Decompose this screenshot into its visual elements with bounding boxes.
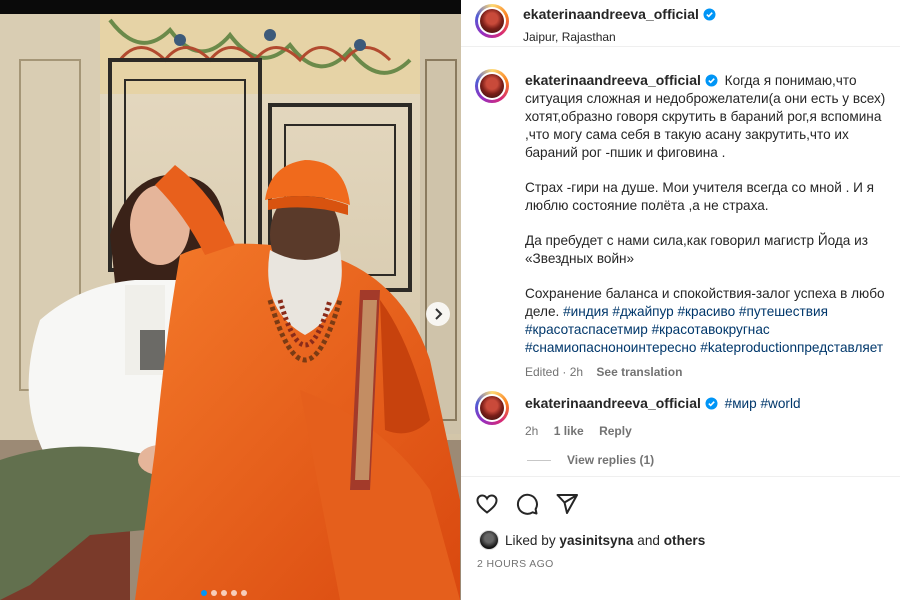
- view-replies[interactable]: View replies (1): [527, 453, 654, 467]
- avatar[interactable]: [475, 4, 509, 38]
- comment-username[interactable]: ekaterinaandreeva_official: [525, 395, 701, 411]
- share-icon[interactable]: [555, 492, 579, 516]
- liked-by-prefix: Liked by: [505, 532, 556, 548]
- caption-line: люблю состояние полёта ,а не страха.: [525, 198, 769, 213]
- liker-avatar[interactable]: [479, 530, 499, 550]
- hashtag-link[interactable]: #индия #джайпур #красиво #путешествия: [563, 304, 828, 319]
- comment-meta: 2h 1 like Reply: [525, 424, 801, 438]
- hashtag-link[interactable]: #снамиопасноноинтересно #kateproductionп…: [525, 340, 883, 355]
- verified-icon: [705, 397, 718, 410]
- caption-line: Страх -гири на душе. Мои учителя всегда …: [525, 180, 875, 195]
- carousel-dots: [201, 590, 247, 596]
- comment-likes[interactable]: 1 like: [554, 424, 584, 438]
- verified-icon: [703, 8, 716, 21]
- comment: ekaterinaandreeva_official #мир #world 2…: [525, 395, 801, 438]
- caption-username[interactable]: ekaterinaandreeva_official: [525, 72, 701, 88]
- carousel-next-button[interactable]: [426, 302, 450, 326]
- carousel-dot: [231, 590, 237, 596]
- header-location[interactable]: Jaipur, Rajasthan: [523, 30, 716, 44]
- hashtag-link[interactable]: #красотаспасетмир #красотавокругнас: [525, 322, 770, 337]
- caption-line: деле.: [525, 304, 560, 319]
- section-divider: [461, 476, 900, 477]
- view-replies-button[interactable]: View replies (1): [567, 453, 654, 467]
- liked-by: Liked by yasinitsyna and others: [479, 530, 705, 550]
- edited-label: Edited · 2h: [525, 365, 584, 379]
- post-header: ekaterinaandreeva_official Jaipur, Rajas…: [461, 0, 900, 47]
- see-translation-button[interactable]: See translation: [596, 365, 682, 379]
- post-side-panel: ekaterinaandreeva_official Jaipur, Rajas…: [461, 0, 900, 600]
- carousel-dot: [221, 590, 227, 596]
- heart-icon[interactable]: [475, 492, 499, 516]
- chevron-right-icon: [435, 308, 443, 320]
- comment-avatar[interactable]: [475, 391, 509, 425]
- post-timestamp[interactable]: 2 HOURS AGO: [477, 558, 554, 570]
- comment-icon[interactable]: [515, 492, 539, 516]
- verified-icon: [705, 74, 718, 87]
- liked-by-and: and: [637, 532, 660, 548]
- caption: ekaterinaandreeva_official Когда я поним…: [525, 71, 900, 381]
- caption-line: ,что могу сама себя в такую асану закрут…: [525, 127, 849, 142]
- post-photo[interactable]: [0, 0, 461, 600]
- header-username[interactable]: ekaterinaandreeva_official: [523, 6, 699, 22]
- caption-meta: Edited · 2h See translation: [525, 363, 900, 381]
- caption-line: «Звездных войн»: [525, 251, 635, 266]
- caption-line: ситуация сложная и недоброжелатели(а они…: [525, 91, 886, 106]
- photo-top-bar: [0, 0, 461, 14]
- photo-image: [0, 0, 461, 600]
- caption-line: Когда я понимаю,что: [724, 73, 857, 88]
- liked-by-user[interactable]: yasinitsyna: [559, 533, 633, 548]
- comment-time: 2h: [525, 424, 539, 438]
- carousel-dot-active: [201, 590, 207, 596]
- comment-reply-button[interactable]: Reply: [599, 424, 632, 438]
- caption-line: Сохранение баланса и спокойствия-залог у…: [525, 286, 885, 301]
- caption-line: Да пребудет с нами сила,как говорил маги…: [525, 233, 868, 248]
- carousel-dot: [241, 590, 247, 596]
- caption-avatar[interactable]: [475, 69, 509, 103]
- liked-by-others[interactable]: others: [664, 533, 706, 548]
- replies-divider-line: [527, 459, 551, 461]
- carousel-dot: [211, 590, 217, 596]
- caption-line: бараний рог -пшик и фиговина .: [525, 145, 726, 160]
- caption-line: хотят,образно говоря скрутить в бараний …: [525, 109, 882, 124]
- comment-text[interactable]: #мир #world: [725, 396, 801, 411]
- header-text: ekaterinaandreeva_official Jaipur, Rajas…: [523, 6, 716, 44]
